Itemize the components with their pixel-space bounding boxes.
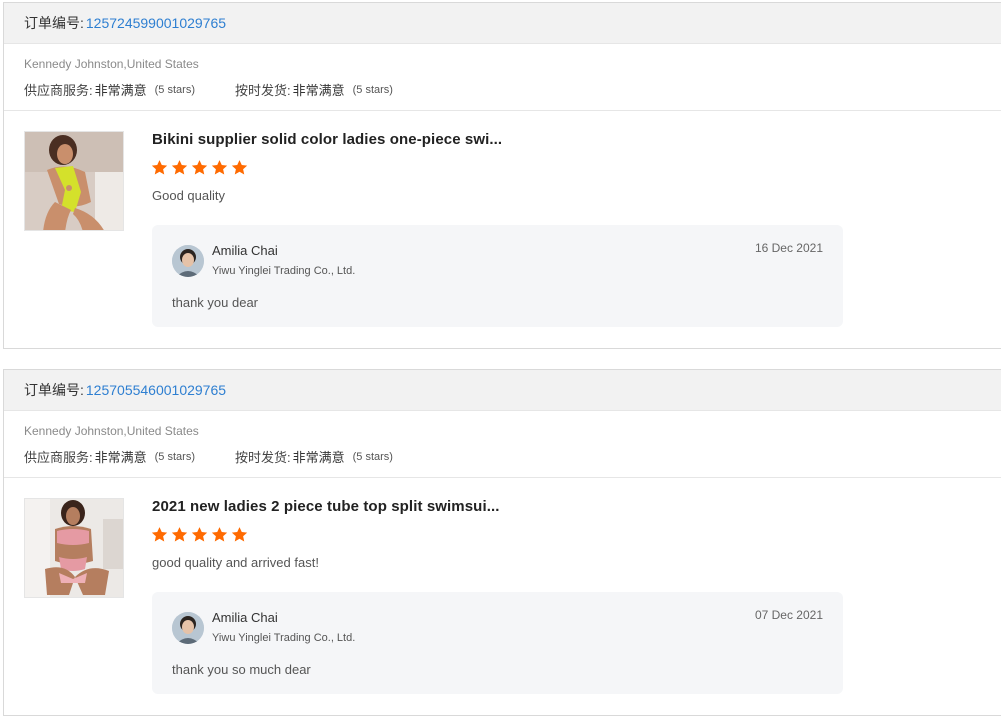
avatar-icon <box>172 245 204 277</box>
on-time-shipping-stars: (5 stars) <box>352 450 393 463</box>
swimsuit-photo-pink-icon <box>25 499 123 597</box>
avatar-icon <box>172 612 204 644</box>
product-title-link[interactable]: Bikini supplier solid color ladies one-p… <box>152 131 502 148</box>
supplier-service-rating: 供应商服务: 非常满意 (5 stars) <box>24 80 195 99</box>
order-number-link[interactable]: 125705546001029765 <box>86 382 226 398</box>
on-time-shipping-label: 按时发货: <box>234 83 291 98</box>
star-icon <box>151 527 168 542</box>
star-icon <box>191 160 208 175</box>
on-time-shipping-value: 非常满意 <box>292 83 345 98</box>
supplier-service-rating: 供应商服务: 非常满意 (5 stars) <box>24 447 195 466</box>
product-thumbnail[interactable] <box>24 131 124 231</box>
star-rating <box>151 159 248 176</box>
buyer-name: Kennedy Johnston,United States <box>24 57 199 71</box>
supplier-reply: Amilia Chai Yiwu Yinglei Trading Co., Lt… <box>152 592 843 694</box>
order-number-link[interactable]: 125724599001029765 <box>86 15 226 31</box>
buyer-name: Kennedy Johnston,United States <box>24 424 199 438</box>
service-ratings: 供应商服务: 非常满意 (5 stars) 按时发货: 非常满意 (5 star… <box>24 80 393 99</box>
review-text: Good quality <box>152 188 225 203</box>
review-text: good quality and arrived fast! <box>152 555 319 570</box>
star-rating <box>151 526 248 543</box>
star-icon <box>211 160 228 175</box>
replier-company: Yiwu Yinglei Trading Co., Ltd. <box>212 265 356 277</box>
product-review: 2021 new ladies 2 piece tube top split s… <box>4 478 1001 715</box>
service-ratings: 供应商服务: 非常满意 (5 stars) 按时发货: 非常满意 (5 star… <box>24 447 393 466</box>
on-time-shipping-rating: 按时发货: 非常满意 (5 stars) <box>235 80 393 99</box>
on-time-shipping-label: 按时发货: <box>234 450 291 465</box>
star-icon <box>151 160 168 175</box>
avatar <box>172 245 204 277</box>
product-thumbnail[interactable] <box>24 498 124 598</box>
on-time-shipping-rating: 按时发货: 非常满意 (5 stars) <box>235 447 393 466</box>
star-icon <box>231 160 248 175</box>
supplier-service-value: 非常满意 <box>94 83 147 98</box>
reply-text: thank you dear <box>172 295 259 310</box>
on-time-shipping-stars: (5 stars) <box>352 83 393 96</box>
star-icon <box>171 160 188 175</box>
reply-text: thank you so much dear <box>172 662 311 677</box>
buyer-info: Kennedy Johnston,United States 供应商服务: 非常… <box>4 44 1001 111</box>
supplier-reply: Amilia Chai Yiwu Yinglei Trading Co., Lt… <box>152 225 843 327</box>
star-icon <box>211 527 228 542</box>
swimsuit-photo-yellow-icon <box>25 132 123 230</box>
supplier-service-stars: (5 stars) <box>154 83 195 96</box>
star-icon <box>191 527 208 542</box>
order-header: 订单编号: 125724599001029765 <box>4 3 1001 44</box>
review-card: 订单编号: 125705546001029765 Kennedy Johnsto… <box>3 369 1001 716</box>
supplier-service-label: 供应商服务: <box>24 83 93 98</box>
buyer-info: Kennedy Johnston,United States 供应商服务: 非常… <box>4 411 1001 478</box>
supplier-service-stars: (5 stars) <box>154 450 195 463</box>
supplier-service-value: 非常满意 <box>94 450 147 465</box>
order-number-label: 订单编号: <box>24 15 84 31</box>
replier-name: Amilia Chai <box>212 243 278 258</box>
review-card: 订单编号: 125724599001029765 Kennedy Johnsto… <box>3 2 1001 349</box>
on-time-shipping-value: 非常满意 <box>292 450 345 465</box>
product-title-link[interactable]: 2021 new ladies 2 piece tube top split s… <box>152 498 500 515</box>
replier-company: Yiwu Yinglei Trading Co., Ltd. <box>212 632 356 644</box>
product-review: Bikini supplier solid color ladies one-p… <box>4 111 1001 348</box>
avatar <box>172 612 204 644</box>
reply-date: 07 Dec 2021 <box>754 608 823 622</box>
star-icon <box>231 527 248 542</box>
reply-date: 16 Dec 2021 <box>754 241 823 255</box>
order-number-label: 订单编号: <box>24 382 84 398</box>
supplier-service-label: 供应商服务: <box>24 450 93 465</box>
replier-name: Amilia Chai <box>212 610 278 625</box>
order-header: 订单编号: 125705546001029765 <box>4 370 1001 411</box>
star-icon <box>171 527 188 542</box>
